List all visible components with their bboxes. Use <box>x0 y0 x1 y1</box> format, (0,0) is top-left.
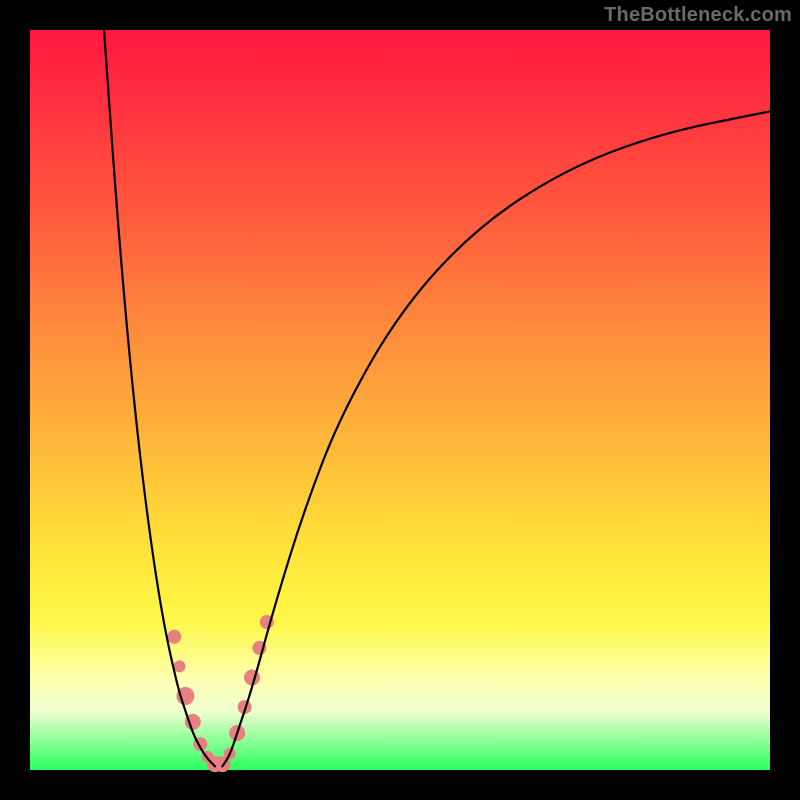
chart-svg <box>30 30 770 770</box>
data-marker <box>173 660 185 672</box>
data-marker <box>167 630 181 644</box>
data-marker <box>244 670 260 686</box>
plot-area <box>30 30 770 770</box>
chart-frame: TheBottleneck.com <box>0 0 800 800</box>
watermark-text: TheBottleneck.com <box>604 4 792 27</box>
curve-right-branch <box>222 111 770 766</box>
markers-group <box>167 615 273 772</box>
curve-left-branch <box>104 30 215 766</box>
